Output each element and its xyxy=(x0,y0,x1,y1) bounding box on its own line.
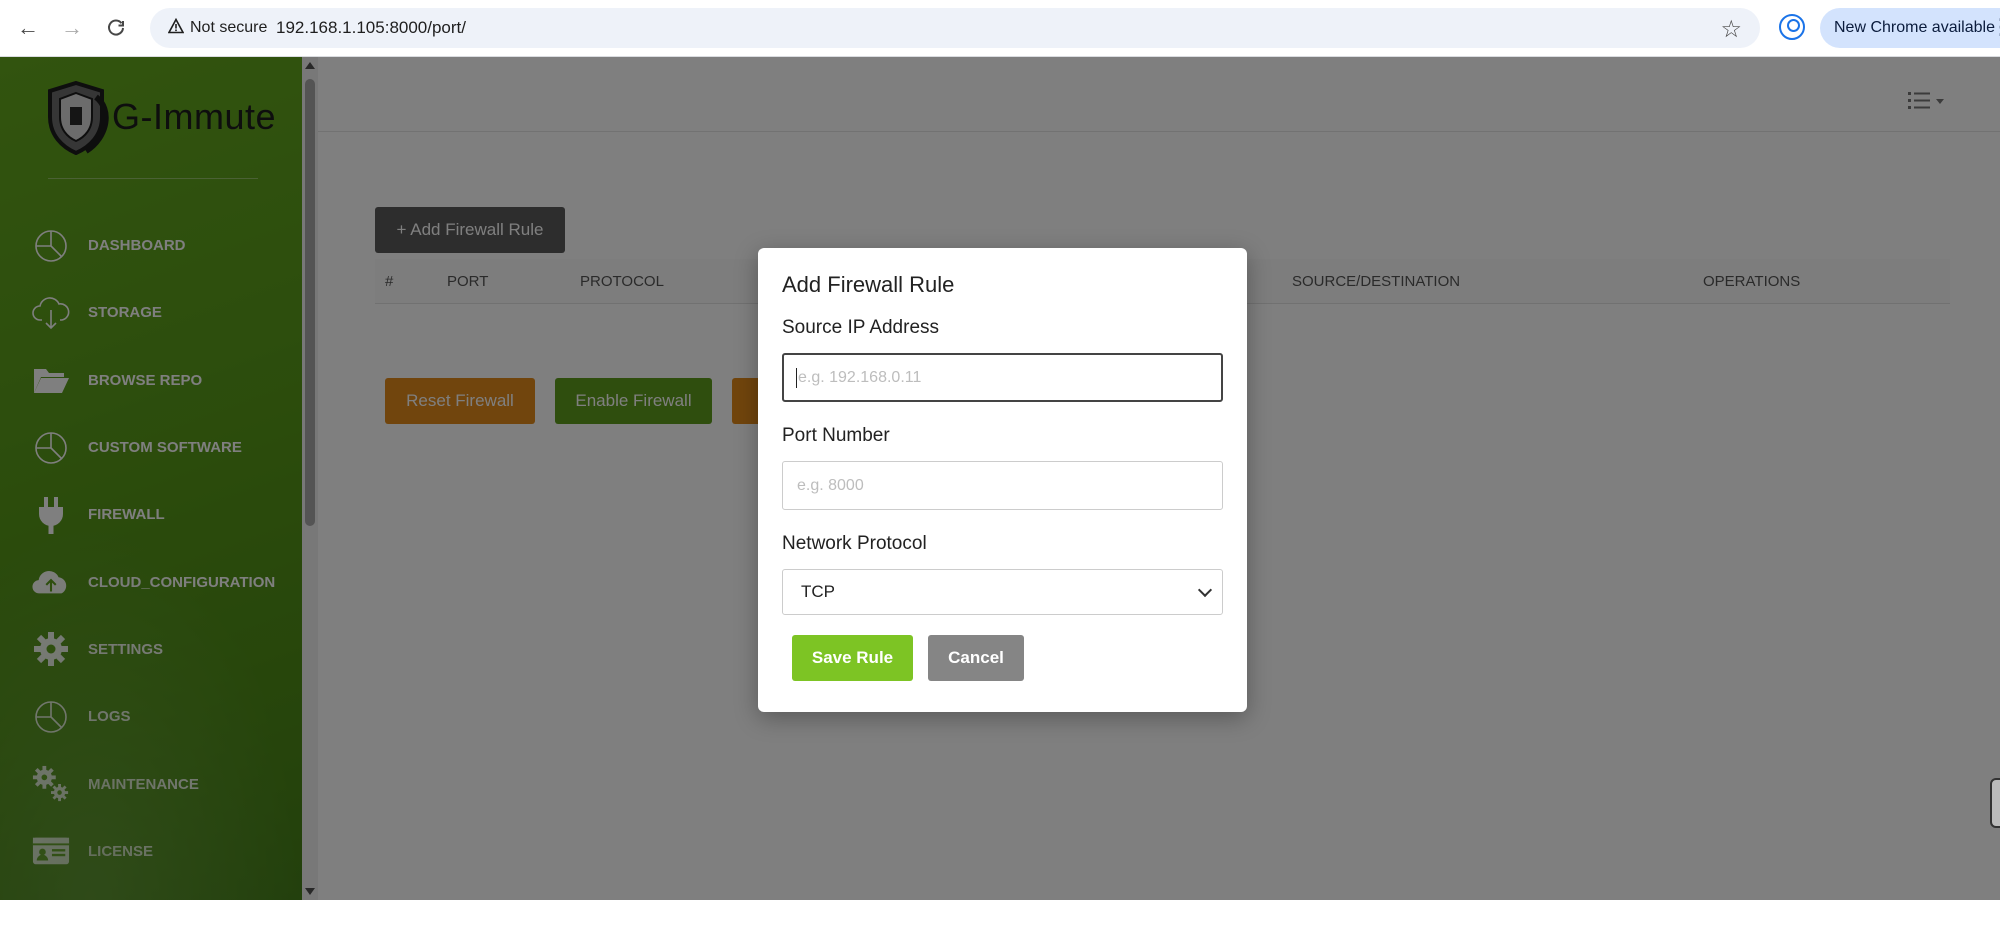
profile-icon[interactable] xyxy=(1779,14,1805,40)
security-label: Not secure xyxy=(190,19,268,36)
save-rule-button[interactable]: Save Rule xyxy=(792,635,913,681)
side-panel-handle[interactable] xyxy=(1990,778,2000,828)
browser-toolbar: ← → Not secure 192.168.1.105:8000/port/ … xyxy=(0,0,2000,57)
user-icon xyxy=(32,900,70,938)
text-caret xyxy=(796,368,797,388)
dialog-title: Add Firewall Rule xyxy=(782,272,955,297)
chrome-update-button[interactable]: New Chrome available xyxy=(1820,8,2000,48)
kebab-menu-icon[interactable]: ⋮ xyxy=(1990,14,2000,40)
add-firewall-rule-dialog: Add Firewall Rule Source IP Address Port… xyxy=(758,248,1247,712)
back-arrow-icon[interactable]: ← xyxy=(12,12,44,44)
network-protocol-label: Network Protocol xyxy=(782,533,927,554)
bookmark-star-icon[interactable]: ☆ xyxy=(1720,15,1742,44)
address-bar[interactable]: Not secure 192.168.1.105:8000/port/ ☆ xyxy=(150,8,1760,48)
protocol-selected-value: TCP xyxy=(801,582,835,601)
source-ip-label: Source IP Address xyxy=(782,317,940,338)
port-number-input[interactable] xyxy=(782,461,1223,510)
network-protocol-select[interactable]: TCP xyxy=(782,569,1223,615)
chevron-down-icon xyxy=(1197,582,1213,598)
forward-arrow-icon[interactable]: → xyxy=(56,12,88,44)
warning-icon xyxy=(167,17,185,39)
chrome-update-label: New Chrome available xyxy=(1834,19,1995,36)
url-text[interactable]: 192.168.1.105:8000/port/ xyxy=(276,18,466,38)
source-ip-input[interactable] xyxy=(782,353,1223,402)
cancel-button[interactable]: Cancel xyxy=(928,635,1024,681)
sidebar-item-label: USERS xyxy=(88,910,140,928)
security-chip[interactable]: Not secure xyxy=(158,13,277,43)
port-number-label: Port Number xyxy=(782,425,890,446)
reload-icon[interactable] xyxy=(100,12,132,44)
